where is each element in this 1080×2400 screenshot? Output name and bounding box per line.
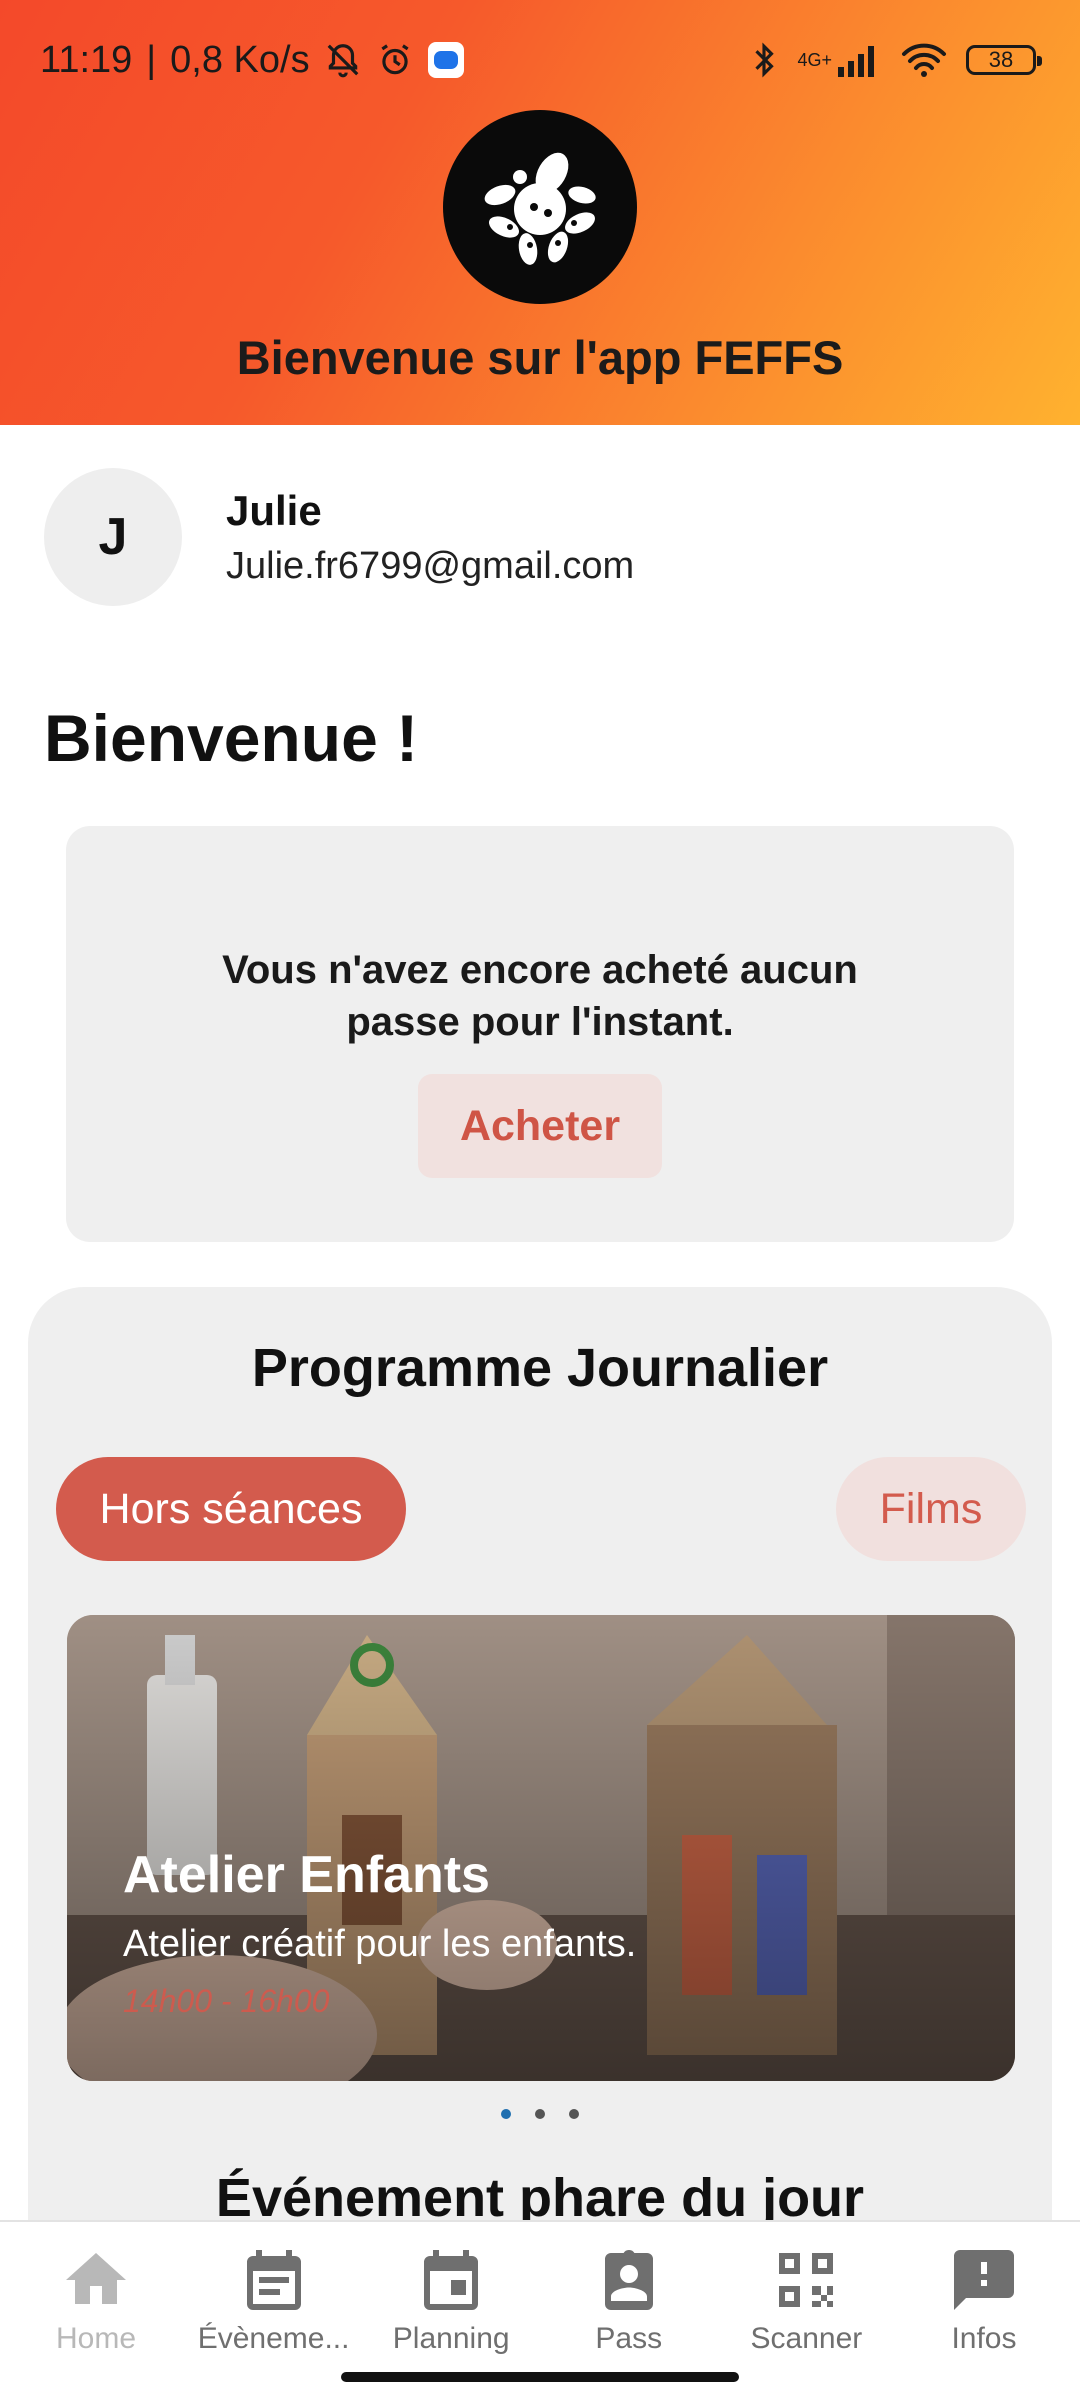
nav-home[interactable]: Home <box>8 2222 184 2400</box>
tab-hors-seances[interactable]: Hors séances <box>56 1457 406 1561</box>
avatar[interactable]: J <box>44 468 182 606</box>
alarm-icon <box>376 41 414 79</box>
status-time: 11:19 <box>40 38 133 81</box>
signal-icon: 4G+ <box>797 43 882 77</box>
no-pass-message-line2: passe pour l'instant. <box>346 1000 734 1044</box>
pass-card: Vous n'avez encore acheté aucun passe po… <box>66 826 1014 1242</box>
user-profile[interactable]: J Julie Julie.fr6799@gmail.com <box>44 468 634 606</box>
nav-label-events: Évèneme... <box>197 2322 350 2355</box>
octopus-logo-icon <box>484 152 596 265</box>
calendar-icon <box>424 2250 479 2310</box>
events-icon <box>246 2250 301 2310</box>
home-icon <box>66 2253 126 2304</box>
alert-message-icon <box>953 2250 1014 2310</box>
bluetooth-icon <box>749 40 779 80</box>
network-type-label: 4G+ <box>797 49 832 70</box>
header-title: Bienvenue sur l'app FEFFS <box>236 331 844 384</box>
profile-email: Julie.fr6799@gmail.com <box>226 544 635 587</box>
nav-scanner[interactable]: Scanner <box>718 2222 894 2400</box>
battery-indicator: 38 <box>966 45 1042 75</box>
network-speed: 0,8 Ko/s <box>170 38 310 81</box>
status-right: 4G+ 38 <box>749 40 1042 80</box>
daily-programme-section: Programme Journalier Hors séances Films … <box>28 1287 1052 2247</box>
feffs-logo <box>443 110 637 304</box>
nav-label-scanner: Scanner <box>750 2322 863 2355</box>
profile-name: Julie <box>226 486 322 534</box>
nav-label-home: Home <box>55 2322 137 2355</box>
status-bar: 11:19 | 0,8 Ko/s 4G+ 38 <box>0 0 1080 120</box>
carousel-dot[interactable] <box>501 2109 511 2119</box>
nav-label-pass: Pass <box>595 2322 663 2355</box>
tab-films[interactable]: Films <box>836 1457 1026 1561</box>
event-time: 14h00 - 16h00 <box>123 1983 330 2019</box>
mute-bell-icon <box>324 41 362 79</box>
wifi-icon <box>900 42 948 78</box>
messages-app-icon <box>427 42 464 78</box>
nav-label-infos: Infos <box>951 2322 1017 2355</box>
carousel-dot[interactable] <box>535 2109 545 2119</box>
nav-label-planning: Planning <box>392 2322 510 2355</box>
home-indicator-bar[interactable] <box>341 2372 739 2382</box>
programme-title: Programme Journalier <box>251 1338 829 1398</box>
nav-events[interactable]: Évèneme... <box>186 2222 362 2400</box>
no-pass-message: Vous n'avez encore acheté aucun passe po… <box>66 944 1014 1048</box>
qr-code-icon <box>779 2253 834 2307</box>
event-description: Atelier créatif pour les enfants. <box>123 1923 637 1965</box>
battery-level: 38 <box>988 47 1014 72</box>
carousel-dot[interactable] <box>569 2109 579 2119</box>
buy-pass-button[interactable]: Acheter <box>418 1074 662 1178</box>
badge-icon <box>604 2249 653 2310</box>
carousel-indicator <box>28 2109 1052 2119</box>
welcome-heading: Bienvenue ! <box>44 701 419 775</box>
app-header: 11:19 | 0,8 Ko/s 4G+ 38 Bienvenue sur l'… <box>0 0 1080 425</box>
profile-info: Julie Julie.fr6799@gmail.com <box>226 487 634 588</box>
status-separator: | <box>146 38 157 81</box>
event-title: Atelier Enfants <box>123 1846 490 1904</box>
event-carousel-card[interactable]: Atelier Enfants Atelier créatif pour les… <box>67 1615 1015 2081</box>
nav-infos[interactable]: Infos <box>896 2222 1072 2400</box>
no-pass-message-line1: Vous n'avez encore acheté aucun <box>222 948 858 992</box>
status-left: 11:19 | 0,8 Ko/s <box>40 39 464 82</box>
